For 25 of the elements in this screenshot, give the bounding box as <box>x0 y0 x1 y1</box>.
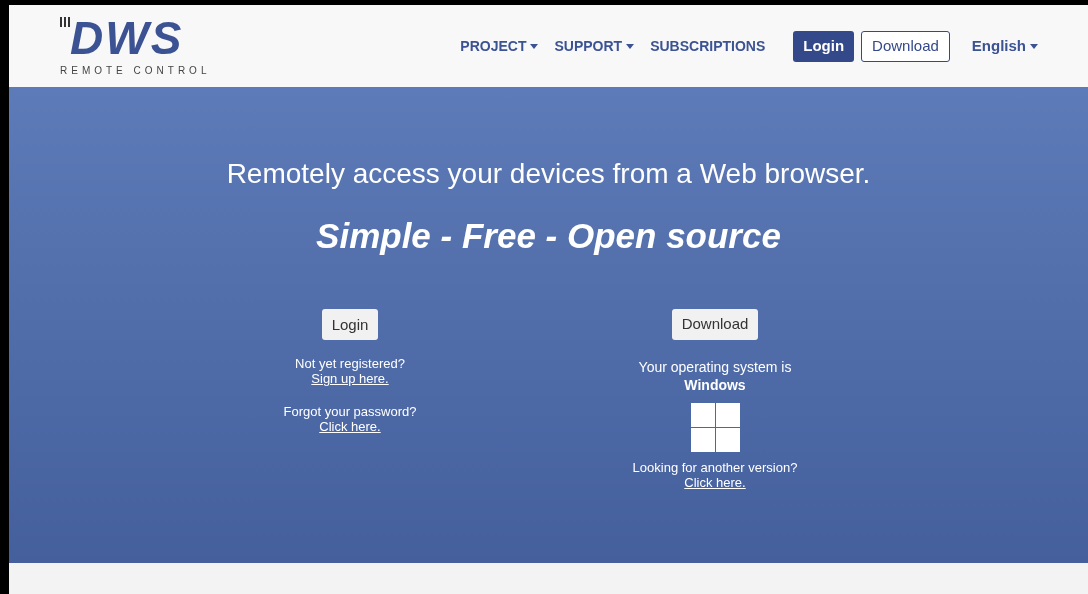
os-label: Your operating system is <box>638 358 792 376</box>
login-button[interactable]: Login <box>321 309 379 340</box>
hero-tagline: Simple - Free - Open source <box>316 215 781 257</box>
hero-title: Remotely access your devices from a Web browser. <box>226 157 871 191</box>
bars-icon <box>60 16 70 27</box>
other-version-link[interactable]: Click here. <box>684 475 746 490</box>
reset-password-link[interactable]: Click here. <box>319 419 381 434</box>
nav-link[interactable]: SUBSCRIPTIONS <box>650 35 766 57</box>
register-prompt: Not yet registered? <box>295 356 405 371</box>
nav-link[interactable]: SUPPORT <box>554 35 635 57</box>
logo-tagline: REMOTE CONTROL <box>60 63 211 78</box>
caret-icon <box>530 43 539 49</box>
caret-icon <box>1030 43 1038 49</box>
os-name: Windows <box>684 376 746 394</box>
nav-link[interactable]: PROJECT <box>460 35 539 57</box>
sign-up-link[interactable]: Sign up here. <box>311 371 389 386</box>
login-button[interactable]: Login <box>793 30 855 62</box>
other-version-prompt: Looking for another version? <box>632 460 798 475</box>
forgot-password-prompt: Forgot your password? <box>283 404 417 419</box>
download-button[interactable]: Download <box>861 30 950 62</box>
windows-icon <box>690 403 740 452</box>
logo-mark: DWS <box>70 14 184 61</box>
download-button[interactable]: Download <box>671 309 759 340</box>
language-menu[interactable]: English <box>971 34 1038 58</box>
caret-icon <box>626 43 635 49</box>
